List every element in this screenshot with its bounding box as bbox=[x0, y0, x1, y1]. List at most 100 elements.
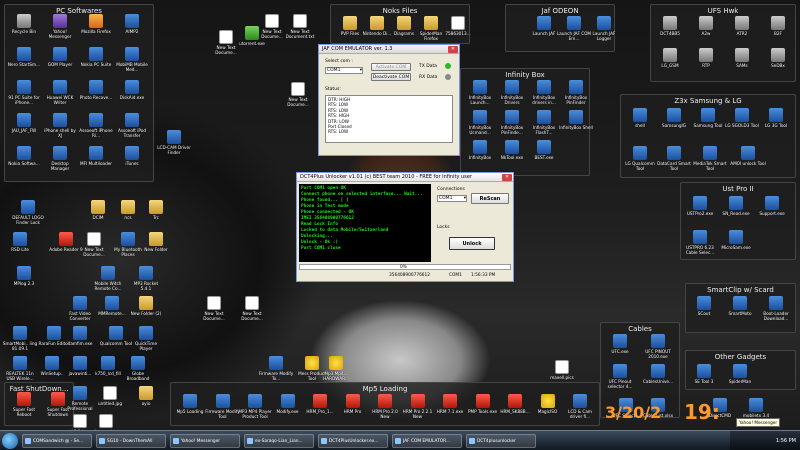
desktop-shortcut[interactable]: GOM Player bbox=[42, 47, 78, 67]
desktop-shortcut[interactable]: HRM_SK88B... bbox=[497, 394, 533, 414]
desktop-shortcut[interactable]: ayio bbox=[128, 386, 164, 406]
desktop-shortcut[interactable]: JAU_JAF_FW bbox=[6, 113, 42, 133]
status-log[interactable]: DTR: HIGH RTS: LOW RTS: LOW RTS: HIGH DTR: L… bbox=[325, 95, 453, 143]
unlock-log-console[interactable]: Port COM1 open OK Connect phone on select… bbox=[299, 184, 431, 262]
desktop-shortcut[interactable]: HRM_Pro_1... bbox=[302, 394, 338, 414]
desktop-shortcut[interactable]: UFC Pinout selector 4... bbox=[602, 364, 638, 389]
desktop-shortcut[interactable]: BEST.exe bbox=[526, 140, 562, 160]
desktop-shortcut[interactable]: AIMP2 bbox=[114, 14, 150, 34]
desktop-shortcut[interactable]: New Text Docume... bbox=[280, 82, 316, 107]
desktop-shortcut[interactable]: Desktop Manager bbox=[42, 146, 78, 171]
desktop-shortcut[interactable]: New Folder bbox=[138, 232, 174, 252]
desktop-shortcut[interactable]: B2F bbox=[760, 16, 796, 36]
desktop-shortcut[interactable]: HRM Pro 2.2.1 New bbox=[400, 394, 436, 419]
desktop-shortcut[interactable]: MagicISO bbox=[530, 394, 566, 414]
desktop-shortcut[interactable]: DEFAULT LOGO Finder Lock bbox=[10, 200, 46, 225]
desktop-shortcut[interactable]: SamsungIG bbox=[656, 108, 692, 128]
desktop-shortcut[interactable]: mobiletx 3.4 bbox=[738, 398, 774, 418]
desktop-shortcut[interactable]: iTunes bbox=[114, 146, 150, 166]
desktop-shortcut[interactable]: USTPRO 6.23 Cable Selec... bbox=[682, 230, 718, 255]
desktop-shortcut[interactable]: DataCard Smart Tool bbox=[656, 146, 692, 171]
desktop-shortcut[interactable]: RTP bbox=[688, 48, 724, 68]
desktop-shortcut[interactable]: Huawei WCK Writer bbox=[42, 80, 78, 105]
desktop-shortcut[interactable]: USTPro2.exe bbox=[682, 196, 718, 216]
desktop-shortcut[interactable]: SmartMobi.. ling 81.09.1 bbox=[2, 326, 38, 351]
desktop-shortcut[interactable]: SE Tool 3 bbox=[686, 364, 722, 384]
desktop-shortcut[interactable]: LG SGOLD3 Tool bbox=[724, 108, 760, 128]
desktop-shortcut[interactable]: Mobile Witch Remote Co... bbox=[90, 266, 126, 291]
desktop-shortcut[interactable]: HRM 7.1.exe bbox=[432, 394, 468, 414]
close-icon[interactable]: ✕ bbox=[448, 46, 458, 53]
desktop-shortcut[interactable]: MediaTek Smart Tool bbox=[692, 146, 728, 171]
desktop-shortcut[interactable]: New Text Document.txt bbox=[282, 14, 318, 39]
desktop-shortcut[interactable]: InfinityBox Shell bbox=[558, 110, 594, 130]
desktop-shortcut[interactable]: Modify.exe bbox=[270, 394, 306, 414]
jaf-com-emulator-window[interactable]: JAF COM EMULATOR ver. 1.3 ✕ Select com :… bbox=[318, 44, 460, 156]
desktop-shortcut[interactable]: Recycle Bin bbox=[6, 14, 42, 34]
desktop-shortcut[interactable]: DCT4BB5 bbox=[652, 16, 688, 36]
desktop-shortcut[interactable]: New Text Docume... bbox=[196, 296, 232, 321]
desktop-shortcut[interactable]: ATR2 bbox=[724, 16, 760, 36]
desktop-shortcut[interactable]: HRM Pro 2.0 New bbox=[367, 394, 403, 419]
desktop-shortcut[interactable]: HRM Pro bbox=[335, 394, 371, 414]
desktop-shortcut[interactable]: UFC.exe bbox=[602, 334, 638, 354]
desktop-shortcut[interactable]: New Text Docume... bbox=[234, 296, 270, 321]
desktop-shortcut[interactable]: MicroSam.exe bbox=[718, 230, 754, 250]
desktop-shortcut[interactable]: REALTEK 11n USB Wirele... bbox=[2, 356, 38, 381]
desktop-shortcut[interactable]: Support.exe bbox=[754, 196, 790, 216]
desktop-shortcut[interactable]: InfinityBox bbox=[462, 140, 498, 160]
desktop-shortcut[interactable]: Assoeoft iPhone Ri... bbox=[78, 113, 114, 138]
desktop-shortcut[interactable]: UFC PINOUT 2010.exe bbox=[640, 334, 676, 359]
desktop-shortcut[interactable]: MP3 Rocket 5.4.1 bbox=[128, 266, 164, 291]
desktop-shortcut[interactable]: maxell.pics bbox=[544, 360, 580, 380]
unlock-button[interactable]: Unlock bbox=[449, 237, 495, 250]
desktop-shortcut[interactable]: Samsung Tool bbox=[690, 108, 726, 128]
desktop-shortcut[interactable]: MobiMB Mobile Med... bbox=[114, 47, 150, 72]
desktop-shortcut[interactable]: LG Qualcomm Tool bbox=[622, 146, 658, 171]
taskbar-button[interactable]: DCT4PlusUnlocker.ex... bbox=[318, 434, 388, 448]
desktop-shortcut[interactable]: MP3 MP4 Player Product Tool bbox=[237, 394, 273, 419]
desktop-shortcut[interactable]: Photo Recove... bbox=[78, 80, 114, 100]
desktop-shortcut[interactable]: MMRemote... bbox=[94, 296, 130, 316]
desktop-shortcut[interactable]: SpiderMan bbox=[722, 364, 758, 384]
deactivate-com-button[interactable]: Deactivate COM bbox=[371, 73, 411, 81]
desktop-shortcut[interactable]: MPlog 2.3 bbox=[6, 266, 42, 286]
desktop-shortcut[interactable]: Nokia Softwa... bbox=[6, 146, 42, 166]
desktop-shortcut[interactable]: Firmware Modify Tool bbox=[205, 394, 241, 419]
taskbar-button[interactable]: COMSandwich @ - Se... bbox=[22, 434, 92, 448]
window-titlebar[interactable]: JAF COM EMULATOR ver. 1.3 ✕ bbox=[319, 45, 459, 54]
desktop-shortcut[interactable]: Assoeoft iPod Transfer bbox=[114, 113, 150, 138]
desktop-shortcut[interactable]: shell bbox=[622, 108, 658, 128]
desktop-shortcut[interactable]: LG_GSM bbox=[652, 48, 688, 68]
desktop-shortcut[interactable]: LCD & Cam driver fi... bbox=[562, 394, 598, 419]
tray-clock[interactable]: 1:56 PM bbox=[776, 438, 796, 444]
desktop-shortcut[interactable]: Mp5 Loading bbox=[172, 394, 208, 414]
desktop-shortcut[interactable]: LG 3G Tool bbox=[758, 108, 794, 128]
desktop-shortcut[interactable]: InfinityBox PinFinde... bbox=[494, 110, 530, 135]
com-select[interactable]: COM1 ▾ bbox=[325, 67, 363, 74]
taskbar-button[interactable]: DCT4plusunlocker bbox=[466, 434, 536, 448]
desktop-shortcut[interactable]: Mp3.Mp4... HARDWAR... bbox=[318, 356, 354, 381]
desktop-shortcut[interactable]: Launch JAF Logger bbox=[586, 16, 622, 41]
desktop-shortcut[interactable]: SeDBx bbox=[760, 48, 796, 68]
desktop-shortcut[interactable]: Super Fast Reboot bbox=[6, 392, 42, 417]
desktop-shortcut[interactable]: PMP Tools.exe bbox=[465, 394, 501, 414]
desktop-shortcut[interactable]: Nero StartSm... bbox=[6, 47, 42, 67]
close-icon[interactable]: ✕ bbox=[502, 174, 512, 181]
desktop-shortcut[interactable]: 91 PC Suite for iPhone... bbox=[6, 80, 42, 105]
system-tray[interactable]: 1:56 PM bbox=[730, 431, 800, 450]
desktop-shortcut[interactable]: InfinityBox FlashT... bbox=[526, 110, 562, 135]
taskbar-button[interactable]: JAF COM EMULATOR... bbox=[392, 434, 462, 448]
window-titlebar[interactable]: DCT4Plus Unlocker v1.01 (c) BEST team 20… bbox=[297, 173, 513, 182]
desktop-shortcut[interactable]: DiskAid.exe bbox=[114, 80, 150, 100]
desktop-shortcut[interactable]: InfinityBox Launch... bbox=[462, 80, 498, 105]
taskbar-button[interactable]: Yahoo! Messenger bbox=[170, 434, 240, 448]
desktop-shortcut[interactable]: utorrent.exe bbox=[234, 26, 270, 46]
desktop-shortcut[interactable]: Trc bbox=[138, 200, 174, 220]
taskbar-button[interactable]: ex-Saraqo-Lian_Lian... bbox=[244, 434, 314, 448]
desktop-shortcut[interactable]: InfinityBox drivers in... bbox=[526, 80, 562, 105]
desktop-shortcut[interactable]: NkTool.exe bbox=[494, 140, 530, 160]
start-button[interactable] bbox=[2, 433, 18, 449]
desktop-shortcut[interactable]: itamfim.exe bbox=[62, 326, 98, 346]
rescan-button[interactable]: ReScan bbox=[471, 193, 509, 204]
